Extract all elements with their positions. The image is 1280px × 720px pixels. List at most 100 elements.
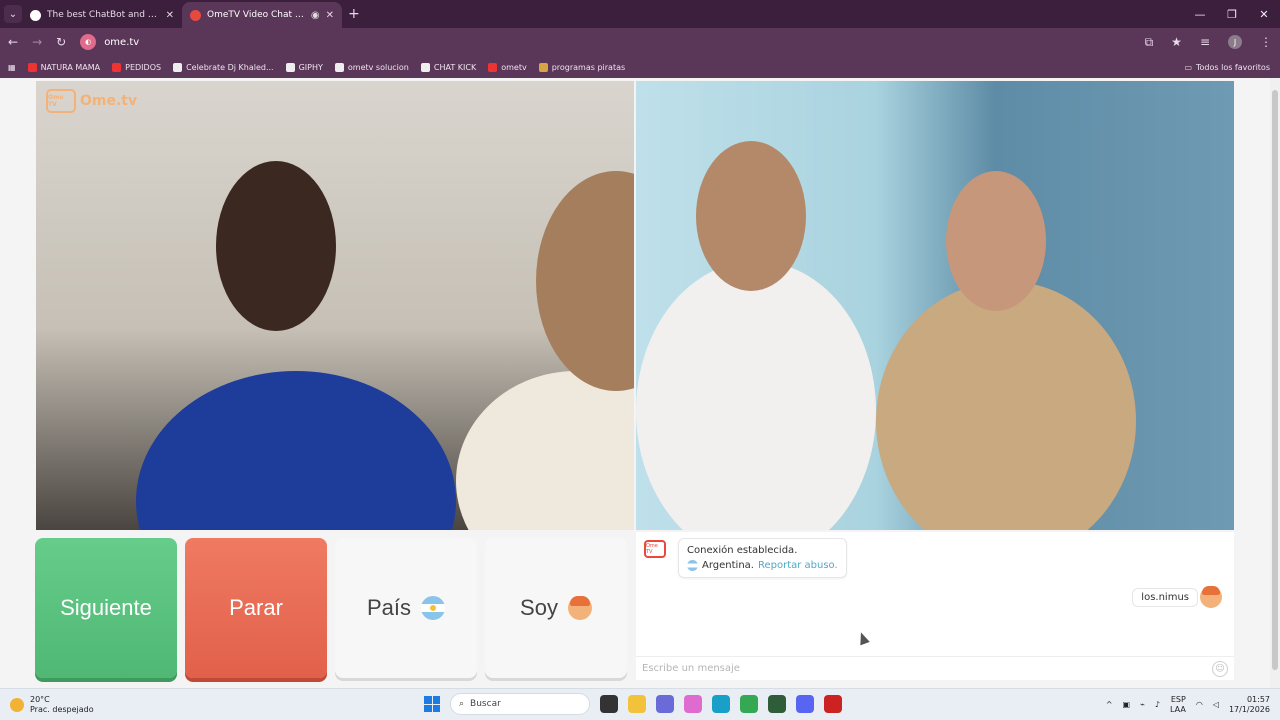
report-abuse-link[interactable]: Reportar abuso. — [758, 558, 838, 573]
weather-widget[interactable]: 20°C Prac. despejado — [10, 695, 120, 715]
chat-panel: Ome TV Conexión establecida. Argentina. … — [636, 532, 1234, 680]
forward-icon[interactable]: → — [32, 35, 42, 49]
next-button[interactable]: Siguiente — [35, 538, 177, 678]
taskbar-search[interactable]: ⌕ Buscar — [450, 693, 590, 715]
tab-search-icon[interactable]: ⌄ — [4, 5, 22, 23]
copilot-icon[interactable] — [684, 695, 702, 713]
person-figure — [136, 371, 456, 530]
chrome-icon[interactable] — [740, 695, 758, 713]
bookmark-item[interactable]: ometv — [488, 62, 527, 72]
volume-icon[interactable]: ◁ — [1213, 700, 1219, 709]
boy-face-icon — [567, 596, 592, 620]
country-name: Argentina. — [702, 560, 754, 571]
bookmark-icon — [538, 62, 548, 72]
person-figure — [216, 161, 336, 331]
argentina-flag-icon — [421, 596, 446, 620]
tab-chatbot[interactable]: The best ChatBot and Widgets ✕ — [22, 2, 182, 28]
country-button[interactable]: País — [335, 538, 477, 678]
user-avatar-icon — [1200, 586, 1222, 608]
task-view-icon[interactable] — [600, 695, 618, 713]
emoji-icon[interactable]: ☺ — [1212, 660, 1228, 677]
bookmarks-bar: ▦ NATURA MAMA PEDIDOS Celebrate Dj Khale… — [0, 56, 1280, 78]
bookmark-item[interactable]: Celebrate Dj Khaled... — [173, 62, 274, 72]
search-placeholder: Buscar — [470, 699, 501, 709]
self-video — [636, 81, 1234, 530]
ometv-chat-icon: Ome TV — [644, 540, 666, 558]
new-tab-icon[interactable]: + — [348, 6, 360, 22]
argentina-flag-icon — [687, 560, 698, 571]
apps-grid-icon[interactable]: ▦ — [8, 63, 16, 72]
bookmark-star-icon[interactable]: ★ — [1171, 35, 1182, 49]
wifi-icon[interactable]: ◠ — [1196, 700, 1203, 709]
windows-taskbar: 20°C Prac. despejado ⌕ Buscar ^ ▣ ⌁ ♪ ES… — [0, 688, 1280, 720]
bookmark-item[interactable]: programas piratas — [538, 62, 625, 72]
teams-icon[interactable] — [656, 695, 674, 713]
audio-icon[interactable]: ◉ — [311, 10, 320, 21]
reload-icon[interactable]: ↻ — [56, 35, 66, 49]
bookmark-item[interactable]: CHAT KICK — [420, 62, 476, 72]
gender-button[interactable]: Soy — [485, 538, 627, 678]
chat-input-bar: ☺ — [636, 656, 1234, 680]
folder-icon: ▭ — [1184, 62, 1192, 72]
sun-icon — [10, 697, 24, 712]
bookmark-item[interactable]: ometv solucion — [334, 62, 409, 72]
user-message: los.nimus — [1132, 588, 1198, 607]
menu-icon[interactable]: ⋮ — [1260, 35, 1272, 49]
close-tab-icon[interactable]: ✕ — [166, 10, 174, 21]
tab-ometv[interactable]: OmeTV Video Chat — Ome ◉ ✕ — [182, 2, 342, 28]
person-figure — [876, 281, 1136, 530]
mic-icon[interactable]: ♪ — [1155, 700, 1160, 709]
url-text: ome.tv — [104, 36, 140, 48]
close-window-icon[interactable]: ✕ — [1248, 8, 1280, 21]
site-info-icon[interactable]: ◐ — [80, 34, 97, 50]
window-controls: — ❐ ✕ — [1184, 8, 1280, 21]
system-tray: ^ ▣ ⌁ ♪ ESP LAA ◠ ◁ 01:57 17/1/2026 — [1106, 695, 1270, 715]
bookmark-item[interactable]: PEDIDOS — [112, 62, 161, 72]
profile-avatar[interactable]: J — [1228, 35, 1242, 49]
bookmark-item[interactable]: GIPHY — [285, 62, 323, 72]
tray-app-icon[interactable]: ▣ — [1123, 700, 1131, 709]
person-figure — [946, 171, 1046, 311]
toolbar: ← → ↻ ◐ ome.tv ⧉ ★ ≡ J ⋮ — [0, 28, 1280, 56]
stranger-video: Ome TV Ome.tv — [36, 81, 634, 530]
weather-desc: Prac. despejado — [30, 704, 94, 714]
person-figure — [636, 261, 876, 530]
all-bookmarks-folder[interactable]: ▭ Todos los favoritos — [1184, 63, 1270, 72]
tab-title: OmeTV Video Chat — Ome — [207, 10, 305, 20]
language-indicator[interactable]: ESP LAA — [1170, 695, 1186, 715]
page-scrollbar[interactable] — [1270, 78, 1280, 688]
logo-text: Ome.tv — [80, 93, 138, 109]
install-app-icon[interactable]: ⧉ — [1145, 35, 1154, 50]
person-figure — [696, 141, 806, 291]
message-input[interactable] — [642, 663, 1212, 674]
person-figure — [536, 171, 634, 391]
discord-icon[interactable] — [796, 695, 814, 713]
stop-button[interactable]: Parar — [185, 538, 327, 678]
bookmark-icon — [112, 62, 122, 72]
edge-icon[interactable] — [712, 695, 730, 713]
tab-title: The best ChatBot and Widgets — [47, 10, 160, 20]
bookmark-item[interactable]: NATURA MAMA — [27, 62, 100, 72]
bookmark-icon — [488, 62, 498, 72]
file-explorer-icon[interactable] — [628, 695, 646, 713]
maximize-icon[interactable]: ❐ — [1216, 8, 1248, 21]
tv-logo-icon: Ome TV — [46, 89, 76, 113]
address-bar[interactable]: ◐ ome.tv — [80, 34, 139, 50]
tab-strip: ⌄ The best ChatBot and Widgets ✕ OmeTV V… — [0, 0, 1280, 28]
close-tab-icon[interactable]: ✕ — [326, 10, 334, 21]
start-icon[interactable] — [424, 696, 440, 712]
tab-favicon-icon — [30, 9, 41, 21]
chevron-up-icon[interactable]: ^ — [1106, 700, 1113, 709]
reading-list-icon[interactable]: ≡ — [1200, 35, 1210, 49]
network-icon[interactable]: ⌁ — [1140, 700, 1145, 709]
scrollbar-thumb[interactable] — [1272, 90, 1278, 670]
clock[interactable]: 01:57 17/1/2026 — [1229, 695, 1270, 715]
minimize-icon[interactable]: — — [1184, 8, 1216, 21]
person-figure — [456, 371, 634, 530]
app-icon[interactable] — [824, 695, 842, 713]
app-icon[interactable] — [768, 695, 786, 713]
system-message: Conexión establecida. Argentina. Reporta… — [678, 538, 847, 578]
bookmark-icon — [285, 62, 295, 72]
back-icon[interactable]: ← — [8, 35, 18, 49]
bookmark-icon — [173, 62, 183, 72]
